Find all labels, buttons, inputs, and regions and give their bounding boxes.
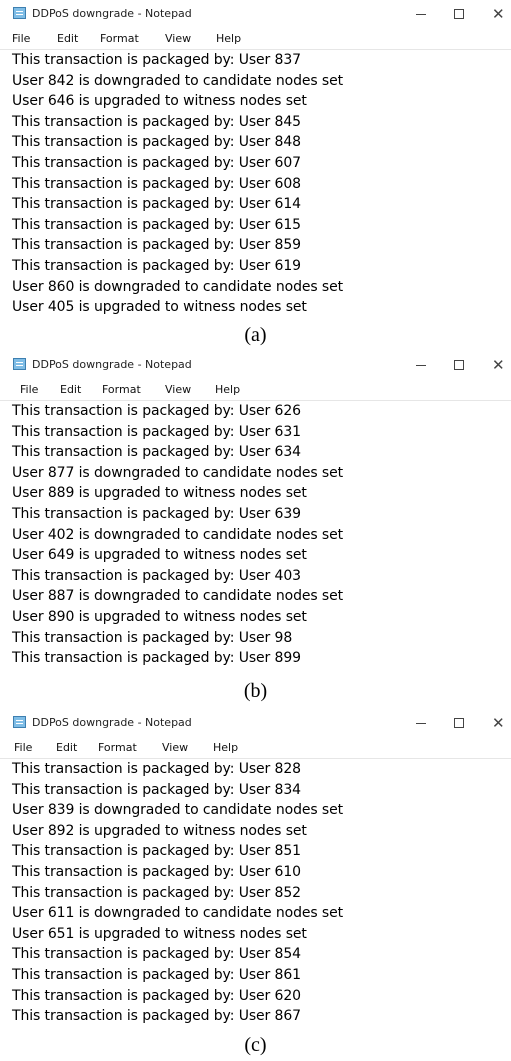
text-line: This transaction is packaged by: User 89… <box>12 650 301 667</box>
menu-edit[interactable]: Edit <box>56 741 77 755</box>
title-bar: DDPoS downgrade - Notepad ✕ <box>0 709 511 737</box>
notepad-window-c: DDPoS downgrade - Notepad ✕ File Edit Fo… <box>0 709 511 1056</box>
notepad-icon <box>13 7 26 19</box>
menu-file[interactable]: File <box>12 32 30 46</box>
menu-view[interactable]: View <box>165 32 191 46</box>
maximize-icon <box>454 718 464 728</box>
menu-help[interactable]: Help <box>216 32 241 46</box>
maximize-icon <box>454 360 464 370</box>
minimize-icon <box>416 365 426 366</box>
menu-help[interactable]: Help <box>215 383 240 397</box>
figure-caption: (a) <box>244 324 267 346</box>
title-bar: DDPoS downgrade - Notepad ✕ <box>0 351 511 379</box>
minimize-icon <box>416 723 426 724</box>
text-line: This transaction is packaged by: User 61… <box>12 257 301 274</box>
text-line: User 892 is upgraded to witness nodes se… <box>12 822 307 839</box>
text-line: This transaction is packaged by: User 98 <box>12 629 293 646</box>
text-line: User 887 is downgraded to candidate node… <box>12 588 344 605</box>
text-line: This transaction is packaged by: User 84… <box>12 134 301 151</box>
text-line: User 839 is downgraded to candidate node… <box>12 802 344 819</box>
text-line: User 405 is upgraded to witness nodes se… <box>12 299 307 316</box>
text-line: This transaction is packaged by: User 85… <box>12 946 301 963</box>
menu-edit[interactable]: Edit <box>60 383 81 397</box>
notepad-icon <box>13 358 26 370</box>
text-line: User 611 is downgraded to candidate node… <box>12 905 344 922</box>
menu-help[interactable]: Help <box>213 741 238 755</box>
figure-caption: (b) <box>243 680 268 702</box>
minimize-button[interactable] <box>408 3 434 25</box>
text-line: This transaction is packaged by: User 63… <box>12 444 301 461</box>
text-editor[interactable]: This transaction is packaged by: User 62… <box>0 401 511 669</box>
menu-edit[interactable]: Edit <box>57 32 78 46</box>
text-line: This transaction is packaged by: User 83… <box>12 781 301 798</box>
text-line: This transaction is packaged by: User 82… <box>12 761 301 777</box>
text-line: This transaction is packaged by: User 60… <box>12 154 301 171</box>
menu-bar: File Edit Format View Help <box>0 737 511 759</box>
text-line: This transaction is packaged by: User 40… <box>12 567 301 584</box>
text-line: User 889 is upgraded to witness nodes se… <box>12 485 307 502</box>
text-line: This transaction is packaged by: User 85… <box>12 884 301 901</box>
menu-bar: File Edit Format View Help <box>0 28 511 50</box>
text-line: This transaction is packaged by: User 61… <box>12 863 301 880</box>
menu-format[interactable]: Format <box>102 383 141 397</box>
text-line: User 651 is upgraded to witness nodes se… <box>12 925 307 942</box>
text-line: This transaction is packaged by: User 63… <box>12 423 301 440</box>
text-line: This transaction is packaged by: User 61… <box>12 196 301 213</box>
text-line: This transaction is packaged by: User 63… <box>12 505 301 522</box>
text-line: This transaction is packaged by: User 86… <box>12 1008 301 1025</box>
minimize-button[interactable] <box>408 354 434 376</box>
notepad-window-a: DDPoS downgrade - Notepad ✕ File Edit Fo… <box>0 0 511 346</box>
menu-view[interactable]: View <box>162 741 188 755</box>
close-button[interactable]: ✕ <box>490 712 511 734</box>
close-button[interactable]: ✕ <box>490 3 511 25</box>
menu-file[interactable]: File <box>14 741 32 755</box>
close-icon: ✕ <box>492 714 505 732</box>
text-line: This transaction is packaged by: User 83… <box>12 52 301 68</box>
text-line: User 877 is downgraded to candidate node… <box>12 464 344 481</box>
text-line: User 646 is upgraded to witness nodes se… <box>12 93 307 110</box>
menu-file[interactable]: File <box>20 383 38 397</box>
text-line: User 842 is downgraded to candidate node… <box>12 72 344 89</box>
text-line: User 402 is downgraded to candidate node… <box>12 526 344 543</box>
notepad-window-b: DDPoS downgrade - Notepad ✕ File Edit Fo… <box>0 351 511 702</box>
text-editor[interactable]: This transaction is packaged by: User 82… <box>0 759 511 1027</box>
window-title: DDPoS downgrade - Notepad <box>32 7 192 20</box>
window-title: DDPoS downgrade - Notepad <box>32 358 192 371</box>
menu-bar: File Edit Format View Help <box>0 379 511 401</box>
notepad-icon <box>13 716 26 728</box>
maximize-button[interactable] <box>446 354 472 376</box>
figure-caption: (c) <box>244 1034 267 1056</box>
close-icon: ✕ <box>492 5 505 23</box>
maximize-icon <box>454 9 464 19</box>
maximize-button[interactable] <box>446 712 472 734</box>
menu-format[interactable]: Format <box>100 32 139 46</box>
text-editor[interactable]: This transaction is packaged by: User 83… <box>0 50 511 318</box>
text-line: User 649 is upgraded to witness nodes se… <box>12 547 307 564</box>
text-line: This transaction is packaged by: User 85… <box>12 843 301 860</box>
text-line: This transaction is packaged by: User 60… <box>12 175 301 192</box>
menu-format[interactable]: Format <box>98 741 137 755</box>
text-line: User 860 is downgraded to candidate node… <box>12 278 344 295</box>
window-title: DDPoS downgrade - Notepad <box>32 716 192 729</box>
close-icon: ✕ <box>492 356 505 374</box>
text-line: This transaction is packaged by: User 62… <box>12 403 301 419</box>
text-line: This transaction is packaged by: User 84… <box>12 113 301 130</box>
text-line: This transaction is packaged by: User 61… <box>12 216 301 233</box>
minimize-button[interactable] <box>408 712 434 734</box>
title-bar: DDPoS downgrade - Notepad ✕ <box>0 0 511 28</box>
text-line: User 890 is upgraded to witness nodes se… <box>12 608 307 625</box>
minimize-icon <box>416 14 426 15</box>
text-line: This transaction is packaged by: User 86… <box>12 966 301 983</box>
menu-view[interactable]: View <box>165 383 191 397</box>
text-line: This transaction is packaged by: User 62… <box>12 987 301 1004</box>
maximize-button[interactable] <box>446 3 472 25</box>
text-line: This transaction is packaged by: User 85… <box>12 237 301 254</box>
close-button[interactable]: ✕ <box>490 354 511 376</box>
